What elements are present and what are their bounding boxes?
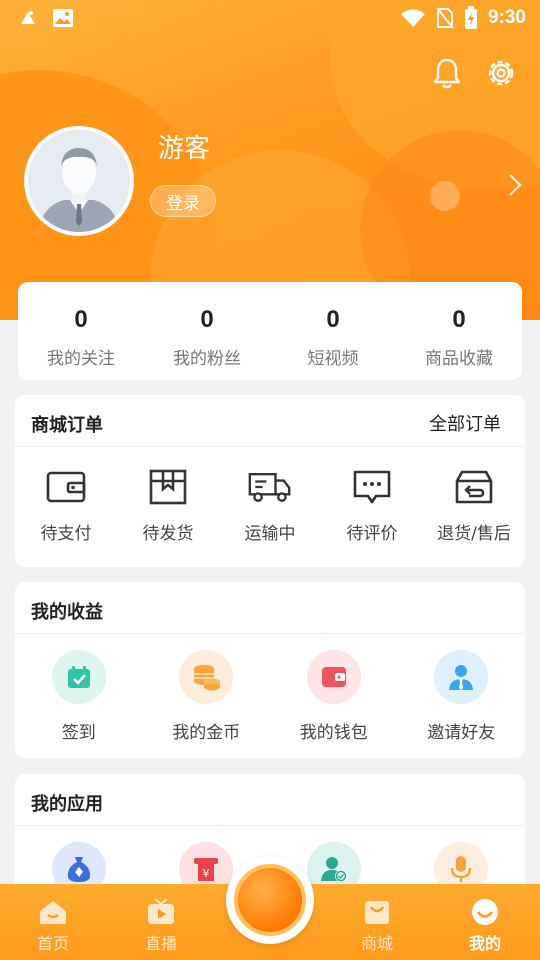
battery-charging-icon bbox=[464, 6, 477, 29]
shop-bag-icon bbox=[365, 901, 389, 924]
orders-card: 商城订单 全部订单 待支付 待发货 运输中 待评价 退货/售后 bbox=[15, 395, 525, 567]
order-returns[interactable]: 退货/售后 bbox=[423, 447, 525, 567]
stat-short-videos[interactable]: 0 短视频 bbox=[270, 282, 396, 380]
notification-app-icon bbox=[21, 11, 35, 24]
wifi-icon bbox=[400, 9, 425, 27]
stat-label: 我的关注 bbox=[47, 349, 115, 369]
username: 游客 bbox=[158, 134, 211, 164]
stats-card: 0 我的关注 0 我的粉丝 0 短视频 0 商品收藏 bbox=[18, 282, 522, 380]
svg-text:¥: ¥ bbox=[203, 867, 210, 880]
earn-label: 我的钱包 bbox=[299, 723, 368, 743]
tab-mine[interactable]: 我的 bbox=[445, 884, 525, 960]
avatar[interactable] bbox=[24, 126, 134, 236]
chevron-right-icon[interactable] bbox=[505, 172, 525, 198]
truck-icon bbox=[248, 472, 291, 502]
status-time: 9:30 bbox=[487, 7, 526, 28]
earn-label: 签到 bbox=[61, 723, 96, 743]
profile-header: 9:30 游客 登录 bbox=[0, 0, 540, 320]
order-label: 退货/售后 bbox=[437, 524, 511, 544]
earn-wallet[interactable]: 我的钱包 bbox=[270, 634, 398, 758]
tab-label: 商城 bbox=[360, 934, 393, 953]
order-label: 待发货 bbox=[142, 524, 194, 544]
tab-label: 我的 bbox=[468, 934, 501, 953]
stat-following[interactable]: 0 我的关注 bbox=[18, 282, 144, 380]
stat-label: 短视频 bbox=[307, 349, 359, 369]
earnings-header: 我的收益 bbox=[15, 582, 525, 634]
home-icon bbox=[40, 901, 66, 924]
apps-header: 我的应用 bbox=[15, 774, 525, 826]
stat-label: 商品收藏 bbox=[425, 349, 493, 369]
comment-icon bbox=[353, 470, 391, 504]
header-decoration bbox=[430, 181, 460, 211]
no-sim-icon bbox=[436, 7, 454, 29]
order-label: 待支付 bbox=[40, 524, 92, 544]
orders-title: 商城订单 bbox=[31, 415, 103, 436]
earnings-card: 我的收益 签到 我的金币 我的钱包 邀请好友 bbox=[15, 582, 525, 758]
earn-label: 我的金币 bbox=[172, 723, 241, 743]
center-action-button[interactable] bbox=[226, 856, 314, 944]
package-icon bbox=[149, 469, 187, 505]
user-tie-icon bbox=[434, 650, 489, 704]
default-user-avatar-icon bbox=[28, 130, 130, 232]
live-tv-icon bbox=[148, 898, 174, 924]
stat-favorites[interactable]: 0 商品收藏 bbox=[396, 282, 522, 380]
wallet-red-icon bbox=[306, 650, 361, 704]
tab-home[interactable]: 首页 bbox=[13, 884, 93, 960]
all-orders-link[interactable]: 全部订单 bbox=[429, 410, 501, 436]
wallet-icon bbox=[46, 471, 86, 503]
login-button[interactable]: 登录 bbox=[150, 185, 216, 217]
orders-header: 商城订单 全部订单 bbox=[15, 395, 525, 447]
order-label: 待评价 bbox=[346, 524, 398, 544]
coins-icon bbox=[179, 650, 234, 704]
tab-label: 首页 bbox=[36, 934, 69, 953]
stat-value: 0 bbox=[326, 306, 340, 333]
status-bar: 9:30 bbox=[0, 0, 540, 36]
earn-invite[interactable]: 邀请好友 bbox=[398, 634, 526, 758]
tab-label: 直播 bbox=[144, 934, 177, 953]
order-pending-review[interactable]: 待评价 bbox=[321, 447, 423, 567]
bell-icon[interactable] bbox=[430, 56, 464, 90]
stat-value: 0 bbox=[74, 306, 88, 333]
earn-label: 邀请好友 bbox=[427, 723, 496, 743]
stat-fans[interactable]: 0 我的粉丝 bbox=[144, 282, 270, 380]
tab-mall[interactable]: 商城 bbox=[337, 884, 417, 960]
stat-label: 我的粉丝 bbox=[173, 349, 241, 369]
order-label: 运输中 bbox=[244, 524, 296, 544]
apps-title: 我的应用 bbox=[31, 794, 103, 815]
order-pending-shipment[interactable]: 待发货 bbox=[117, 447, 219, 567]
earnings-title: 我的收益 bbox=[31, 602, 103, 623]
calendar-check-icon bbox=[51, 650, 106, 704]
profile-smile-icon bbox=[472, 899, 498, 925]
gear-icon[interactable] bbox=[484, 56, 518, 90]
stat-value: 0 bbox=[200, 306, 214, 333]
earn-checkin[interactable]: 签到 bbox=[15, 634, 143, 758]
order-pending-payment[interactable]: 待支付 bbox=[15, 447, 117, 567]
earn-coins[interactable]: 我的金币 bbox=[143, 634, 271, 758]
orange-orb-icon bbox=[234, 864, 306, 936]
stat-value: 0 bbox=[452, 306, 466, 333]
order-in-transit[interactable]: 运输中 bbox=[219, 447, 321, 567]
image-icon bbox=[53, 9, 73, 27]
tab-live[interactable]: 直播 bbox=[121, 884, 201, 960]
return-box-icon bbox=[455, 470, 493, 504]
